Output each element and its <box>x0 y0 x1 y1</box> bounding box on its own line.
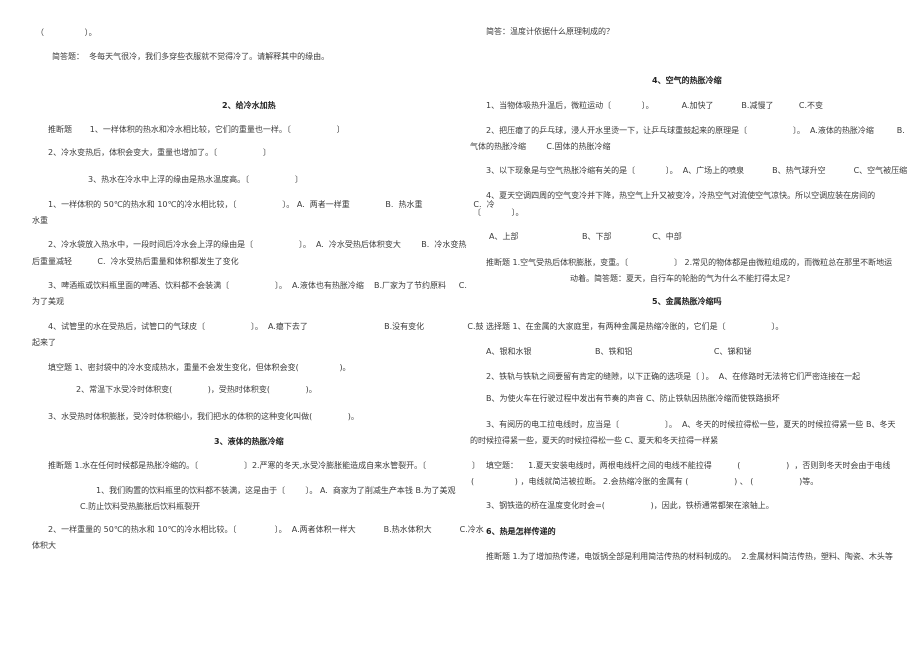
question-continuation: 的时候拉得紧一些，夏天的时候拉得松一些 C、夏天和冬天拉得一样紧 <box>470 436 719 445</box>
question-continuation: C.防止饮料受热膨胀后饮料瓶裂开 <box>80 502 201 511</box>
question: 推断题 1.空气受热后体积膨胀，变重。〔 〕 2.常见的物体都是由微粒组成的，而… <box>486 258 893 267</box>
question-continuation: 气体的热胀冷缩 C.固体的热胀冷缩 <box>470 142 611 151</box>
question: 选择题 1、在金属的大家庭里，有两种金属是热缩冷胀的，它们是〔 〕。 <box>486 322 784 331</box>
question: 3、有阅历的电工拉电线时，应当是〔 〕。 A、冬天的时候拉得松一些，夏天的时候拉… <box>486 420 896 429</box>
question: 3、热水在冷水中上浮的缘由是热水温度高。〔 〕 <box>88 175 303 184</box>
question: 3、啤酒瓶或饮料瓶里面的啤酒、饮料都不会装满〔 〕。 A.液体也有热胀冷缩 B.… <box>48 281 467 290</box>
fill-in-question: 3、水受热时体积膨胀，受冷时体积缩小，我们把水的体积的这种变化叫做( )。 <box>48 412 359 421</box>
question: 2、把压瘪了的乒乓球，浸人开水里烫一下，让乒乓球重鼓起来的原理是〔 〕。 A.液… <box>486 126 905 135</box>
question-continuation: ( ) ，电线就简洁被拉断。 2.会热缩冷胀的金属有 ( ) 、 ( )等。 <box>471 477 819 486</box>
question-continuation: 水重 <box>32 216 48 225</box>
question-continuation: 后重量减轻 C. 冷水受热后重量和体积都发生了变化 <box>32 257 239 266</box>
short-answer-question: 简答题： 冬每天气很冷，我们多穿些衣服就不觉得冷了。请解释其中的缘由。 <box>52 52 330 61</box>
question: 4、试管里的水在受热后，试管口的气球皮〔 〕。 A.瘪下去了 B.没有变化 C.… <box>48 322 484 331</box>
section-heading: 5、金属热胀冷缩吗 <box>652 297 722 306</box>
answer-options: A、上部 B、下部 C、中部 <box>489 232 682 241</box>
fill-in-question: 填空题 1、密封袋中的冷水变成热水，重量不会发生变化，但体积会变( )。 <box>48 363 351 372</box>
fill-in-question: 填空题： 1.夏天安装电线时，两根电线杆之间的电线不能拉得 ( ) ，否则到冬天… <box>486 461 891 470</box>
question: 推断题 1.为了增加热传递，电饭锅全部是利用简洁传热的材料制成的。 2.金属材料… <box>486 552 893 561</box>
question: 3、以下现象是与空气热胀冷缩有关的是〔 〕。 A、广场上的喷泉 B、热气球升空 … <box>486 166 908 175</box>
question: 2、一样重量的 50℃的热水和 10℃的冷水相比较。〔 〕。 A.两者体积一样大… <box>48 525 484 534</box>
question-continuation: 为了美观 <box>32 297 64 306</box>
fill-in-question: 2、常温下水受冷时体积变( )，受热时体积变( )。 <box>76 385 317 394</box>
question-continuation: 起来了 <box>32 338 56 347</box>
question: 1、我们购置的饮料瓶里的饮料都不装满，这是由于〔 〕。 A. 商家为了削减生产本… <box>96 486 456 495</box>
question: 4、夏天空调四周的空气变冷并下降，热空气上升又被变冷，冷热空气对流使空气凉快。所… <box>486 191 876 200</box>
question: 1、当物体吸热升温后，微粒运动〔 〕。 A.加快了 B.减慢了 C.不变 <box>486 101 824 110</box>
section-heading: 2、给冷水加热 <box>222 101 276 110</box>
answer-options: B、为使火车在行驶过程中发出有节奏的声音 C、防止铁轨因热胀冷缩而使铁路损坏 <box>486 394 780 403</box>
question-continuation: 动着。简答题：夏天，自行车的轮胎的气为什么不能打得太足? <box>570 274 791 283</box>
section-heading: 4、空气的热胀冷缩 <box>652 76 722 85</box>
blank-answer: （ ）。 <box>36 28 97 37</box>
short-answer-question: 简答：温度计依据什么原理制成的？ <box>486 27 614 36</box>
question: 2、铁轨与铁轨之间要留有肯定的缝隙，以下正确的选项是〔 〕。 A、在修路时无法将… <box>486 372 861 381</box>
question: 推断题 1.水在任何时候都是热胀冷缩的。〔 〕2.严寒的冬天,水受冷膨胀能造成自… <box>48 461 480 470</box>
section-heading: 3、液体的热胀冷缩 <box>214 437 284 446</box>
section-heading: 6、热是怎样传递的 <box>486 527 556 536</box>
answer-options: A、银和水银 B、铁和铝 C、锑和铋 <box>486 347 752 356</box>
question: 2、冷水袋放入热水中，一段时间后冷水会上浮的缘由是〔 〕。 A. 冷水受热后体积… <box>48 240 467 249</box>
fill-in-question: 3、钢铁造的桥在温度变化时会=( )，因此，铁桥通常都架在滚轴上。 <box>486 501 774 510</box>
question-continuation: 〔 〕。 <box>473 208 524 217</box>
question: 1、一样体积的 50℃的热水和 10℃的冷水相比较，〔 〕。 A. 两者一样重 … <box>48 200 495 209</box>
question: 推断题 1、一样体积的热水和冷水相比较，它们的重量也一样。〔 〕 <box>48 125 345 134</box>
question-continuation: 体积大 <box>32 541 56 550</box>
question: 2、冷水变热后，体积会变大，重量也增加了。〔 〕 <box>48 148 271 157</box>
